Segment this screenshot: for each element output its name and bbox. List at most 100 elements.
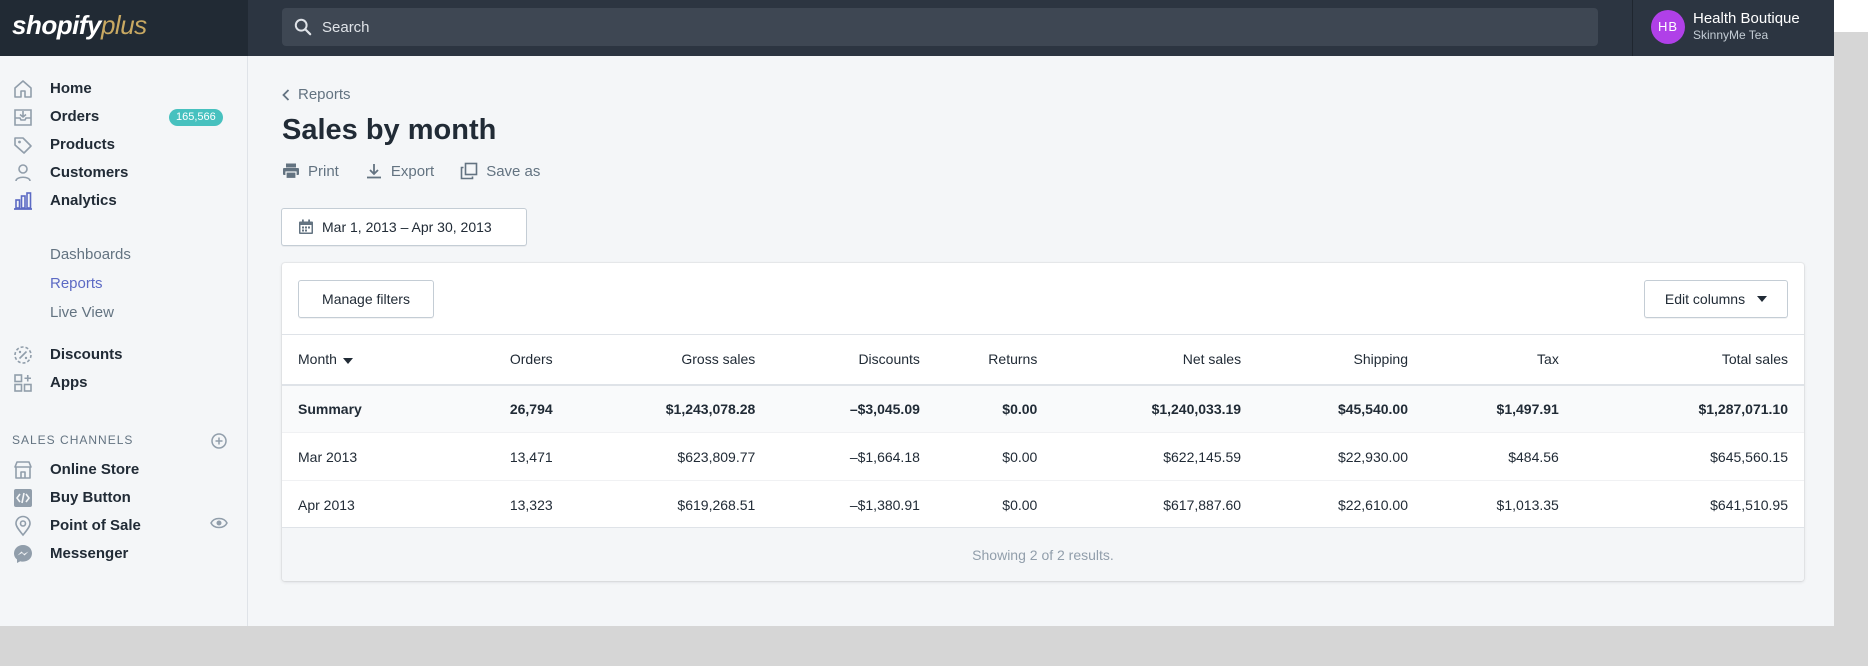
apps-icon	[14, 374, 32, 392]
account-name: Health Boutique	[1693, 10, 1800, 27]
code-icon	[14, 489, 32, 507]
column-header-tax[interactable]: Tax	[1424, 334, 1575, 386]
sidebar-item-label: Analytics	[50, 192, 117, 209]
shopify-plus-logo[interactable]: shopifyplus	[12, 10, 147, 41]
column-header-net-sales[interactable]: Net sales	[1053, 334, 1258, 386]
print-icon	[283, 163, 299, 180]
save-as-button[interactable]: Save as	[460, 162, 540, 180]
sidebar-item-label: Discounts	[50, 346, 123, 363]
store-icon	[14, 461, 32, 479]
table-cell: $22,930.00	[1257, 432, 1425, 481]
account-menu[interactable]: HB Health Boutique SkinnyMe Tea	[1632, 0, 1834, 56]
table-cell: $0.00	[935, 432, 1054, 481]
sidebar-item-label: Home	[50, 80, 92, 97]
table-cell: $0.00	[935, 384, 1054, 433]
manage-filters-button[interactable]: Manage filters	[298, 280, 434, 318]
edit-columns-button[interactable]: Edit columns	[1644, 280, 1788, 318]
add-channel-icon[interactable]	[210, 432, 228, 455]
table-cell: $484.56	[1424, 432, 1575, 481]
table-header-row: Month Orders Gross sales Discounts Retur…	[282, 334, 1804, 386]
table-cell: $617,887.60	[1053, 480, 1258, 529]
person-icon	[15, 164, 31, 182]
table-cell: $1,013.35	[1424, 480, 1575, 529]
column-header-returns[interactable]: Returns	[935, 334, 1054, 386]
table-cell: –$1,664.18	[771, 432, 936, 481]
account-store: SkinnyMe Tea	[1693, 28, 1769, 42]
sidebar-item-online-store[interactable]: Online Store	[0, 455, 247, 485]
sidebar-item-label: Messenger	[50, 545, 129, 562]
export-label: Export	[390, 162, 435, 180]
calendar-icon	[299, 219, 313, 234]
sidebar-item-point-of-sale[interactable]: Point of Sale	[0, 511, 247, 541]
sidebar-item-customers[interactable]: Customers	[0, 158, 247, 188]
home-icon	[14, 80, 32, 98]
table-cell: $641,510.95	[1574, 480, 1804, 529]
page-title: Sales by month	[282, 114, 497, 146]
table-cell: 13,471	[440, 432, 569, 481]
table-row: Mar 2013 13,471 $623,809.77 –$1,664.18 $…	[282, 432, 1804, 481]
sidebar-item-analytics[interactable]: Analytics	[0, 186, 247, 216]
messenger-icon	[14, 545, 32, 563]
table-cell: $1,497.91	[1424, 384, 1575, 433]
search-bar[interactable]	[282, 8, 1598, 46]
table-cell: 26,794	[440, 384, 569, 433]
top-bar: shopifyplus HB Health Boutique SkinnyMe …	[0, 0, 1834, 56]
print-button[interactable]: Print	[282, 162, 339, 180]
column-header-discounts[interactable]: Discounts	[771, 334, 936, 386]
sidebar: Home Orders 165,566 Products Customers A…	[0, 56, 248, 626]
results-footer: Showing 2 of 2 results.	[282, 527, 1804, 581]
export-icon	[366, 164, 381, 179]
sidebar-item-label: Buy Button	[50, 489, 131, 506]
background-strip	[1834, 0, 1868, 32]
sales-channels-heading: SALES CHANNELS	[12, 433, 134, 447]
breadcrumb[interactable]: Reports	[282, 86, 351, 103]
sidebar-sub-dashboards[interactable]: Dashboards	[50, 246, 131, 263]
column-header-orders[interactable]: Orders	[440, 334, 569, 386]
report-card: Manage filters Edit columns Month Orders…	[282, 263, 1804, 581]
duplicate-icon	[460, 162, 478, 180]
page-actions: Print Export Save as	[282, 162, 540, 180]
table-cell: –$3,045.09	[771, 384, 936, 433]
date-range-label: Mar 1, 2013 – Apr 30, 2013	[322, 219, 492, 235]
discount-icon	[14, 346, 32, 364]
table-cell: 13,323	[440, 480, 569, 529]
sidebar-item-label: Online Store	[50, 461, 140, 478]
sidebar-sub-live-view[interactable]: Live View	[50, 304, 114, 321]
table-row: Apr 2013 13,323 $619,268.51 –$1,380.91 $…	[282, 480, 1804, 529]
summary-row: Summary 26,794 $1,243,078.28 –$3,045.09 …	[282, 384, 1804, 433]
table-cell: Summary	[282, 384, 441, 433]
sidebar-item-home[interactable]: Home	[0, 74, 247, 104]
breadcrumb-label: Reports	[298, 86, 351, 103]
table-cell: $0.00	[935, 480, 1054, 529]
table-cell: $645,560.15	[1574, 432, 1804, 481]
sidebar-item-label: Point of Sale	[50, 517, 141, 534]
table-cell: Apr 2013	[282, 480, 441, 529]
sidebar-item-discounts[interactable]: Discounts	[0, 340, 247, 370]
chevron-left-icon	[282, 88, 290, 101]
export-button[interactable]: Export	[365, 162, 434, 180]
column-header-gross-sales[interactable]: Gross sales	[568, 334, 772, 386]
sidebar-item-buy-button[interactable]: Buy Button	[0, 483, 247, 513]
sidebar-item-orders[interactable]: Orders 165,566	[0, 102, 247, 132]
column-header-total-sales[interactable]: Total sales	[1574, 334, 1804, 386]
edit-columns-label: Edit columns	[1664, 291, 1746, 307]
table-cell: $619,268.51	[568, 480, 772, 529]
table-cell: $1,240,033.19	[1053, 384, 1258, 433]
column-header-shipping[interactable]: Shipping	[1257, 334, 1425, 386]
sidebar-item-products[interactable]: Products	[0, 130, 247, 160]
date-range-picker[interactable]: Mar 1, 2013 – Apr 30, 2013	[281, 208, 527, 246]
brand-zone: shopifyplus	[0, 0, 248, 56]
column-header-month[interactable]: Month	[282, 334, 441, 386]
sidebar-item-apps[interactable]: Apps	[0, 368, 247, 398]
sidebar-item-label: Orders	[50, 108, 100, 125]
sidebar-item-messenger[interactable]: Messenger	[0, 539, 247, 569]
avatar[interactable]: HB	[1651, 10, 1685, 44]
search-input[interactable]	[322, 8, 1522, 46]
sidebar-sub-reports[interactable]: Reports	[50, 275, 103, 292]
location-icon	[15, 515, 31, 537]
logo-text-shopify: shopify	[12, 10, 101, 40]
table-cell: $45,540.00	[1257, 384, 1425, 433]
logo-text-plus: plus	[100, 10, 147, 40]
tag-icon	[14, 137, 32, 154]
sort-desc-icon	[342, 357, 353, 364]
